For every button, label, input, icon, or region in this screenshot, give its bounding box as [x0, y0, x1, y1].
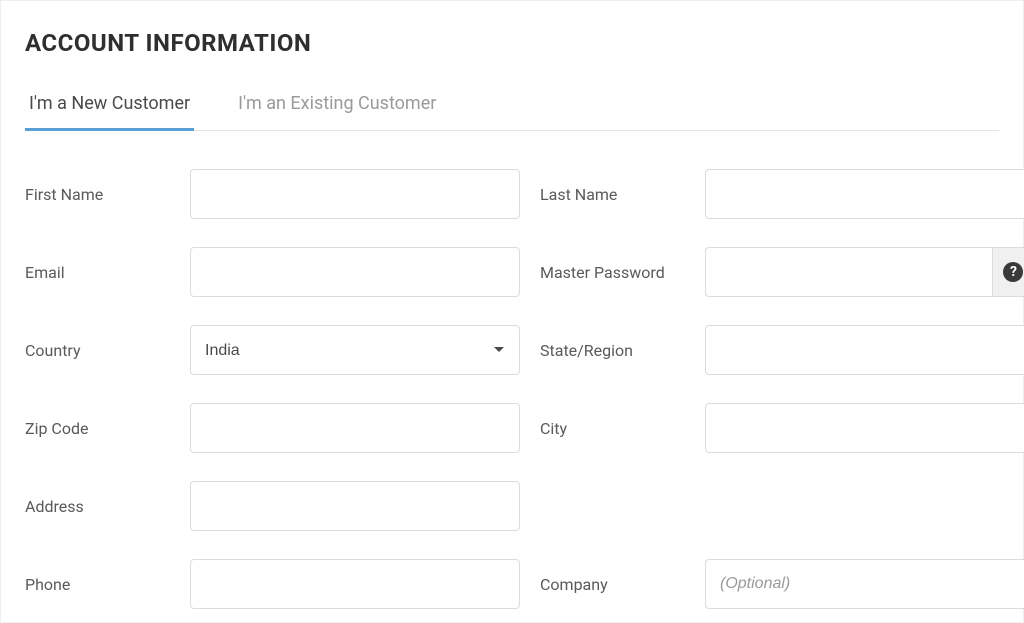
tab-new-customer[interactable]: I'm a New Customer — [25, 93, 194, 131]
customer-type-tabs: I'm a New Customer I'm an Existing Custo… — [25, 93, 999, 131]
address-label: Address — [25, 497, 170, 516]
master-password-field[interactable] — [705, 247, 992, 297]
master-password-wrapper: ? — [705, 247, 1024, 297]
email-label: Email — [25, 263, 170, 282]
address-field[interactable] — [190, 481, 520, 531]
page-title: ACCOUNT INFORMATION — [25, 29, 999, 57]
first-name-label: First Name — [25, 185, 170, 204]
last-name-label: Last Name — [540, 185, 685, 204]
zip-code-label: Zip Code — [25, 419, 170, 438]
phone-field[interactable] — [190, 559, 520, 609]
last-name-field[interactable] — [705, 169, 1024, 219]
zip-code-field[interactable] — [190, 403, 520, 453]
state-region-field[interactable] — [705, 325, 1024, 375]
country-select[interactable]: India — [190, 325, 520, 375]
phone-label: Phone — [25, 575, 170, 594]
company-label: Company — [540, 575, 685, 594]
account-form: First Name Last Name Email Master Passwo… — [25, 169, 999, 609]
first-name-field[interactable] — [190, 169, 520, 219]
master-password-help-button[interactable]: ? — [992, 247, 1024, 297]
company-field[interactable] — [705, 559, 1024, 609]
city-label: City — [540, 419, 685, 438]
account-information-panel: ACCOUNT INFORMATION I'm a New Customer I… — [0, 0, 1024, 623]
country-label: Country — [25, 341, 170, 360]
city-field[interactable] — [705, 403, 1024, 453]
email-field[interactable] — [190, 247, 520, 297]
help-icon: ? — [1003, 262, 1023, 282]
state-region-label: State/Region — [540, 341, 685, 360]
tab-existing-customer[interactable]: I'm an Existing Customer — [234, 93, 440, 131]
master-password-label: Master Password — [540, 263, 685, 282]
